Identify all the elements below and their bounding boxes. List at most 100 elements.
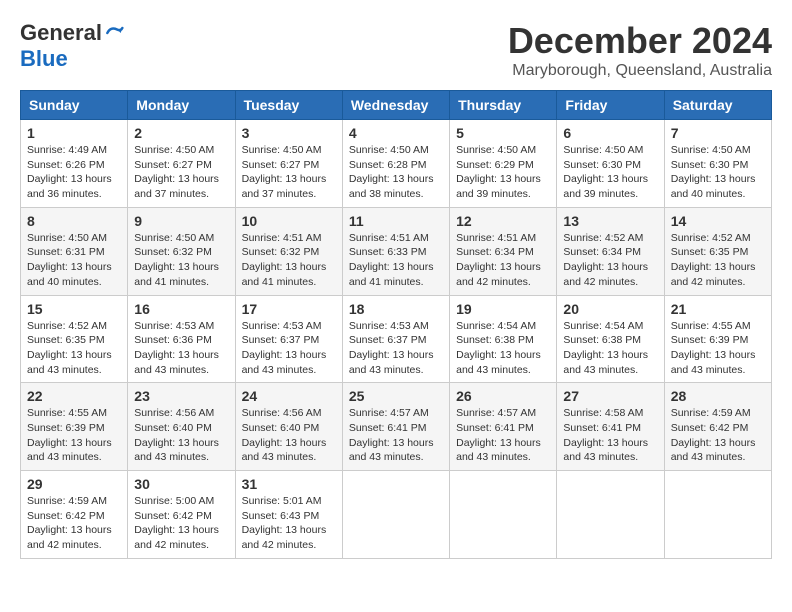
day-number: 10	[242, 213, 336, 229]
day-number: 27	[563, 388, 657, 404]
day-info: Sunrise: 4:58 AM Sunset: 6:41 PM Dayligh…	[563, 406, 657, 465]
month-title: December 2024	[508, 20, 772, 62]
day-number: 16	[134, 301, 228, 317]
calendar-cell: 13 Sunrise: 4:52 AM Sunset: 6:34 PM Dayl…	[557, 207, 664, 295]
day-number: 31	[242, 476, 336, 492]
logo-blue: Blue	[20, 46, 68, 72]
day-info: Sunrise: 4:50 AM Sunset: 6:27 PM Dayligh…	[134, 143, 228, 202]
calendar-cell: 26 Sunrise: 4:57 AM Sunset: 6:41 PM Dayl…	[450, 383, 557, 471]
day-info: Sunrise: 4:53 AM Sunset: 6:36 PM Dayligh…	[134, 319, 228, 378]
calendar-week-row: 1 Sunrise: 4:49 AM Sunset: 6:26 PM Dayli…	[21, 120, 772, 208]
day-number: 1	[27, 125, 121, 141]
calendar-table: SundayMondayTuesdayWednesdayThursdayFrid…	[20, 90, 772, 559]
day-number: 6	[563, 125, 657, 141]
day-number: 25	[349, 388, 443, 404]
calendar-cell	[664, 471, 771, 559]
calendar-header-thursday: Thursday	[450, 91, 557, 120]
calendar-cell: 9 Sunrise: 4:50 AM Sunset: 6:32 PM Dayli…	[128, 207, 235, 295]
calendar-header-saturday: Saturday	[664, 91, 771, 120]
day-info: Sunrise: 4:52 AM Sunset: 6:35 PM Dayligh…	[671, 231, 765, 290]
day-number: 11	[349, 213, 443, 229]
day-number: 18	[349, 301, 443, 317]
calendar-week-row: 8 Sunrise: 4:50 AM Sunset: 6:31 PM Dayli…	[21, 207, 772, 295]
calendar-cell: 23 Sunrise: 4:56 AM Sunset: 6:40 PM Dayl…	[128, 383, 235, 471]
calendar-week-row: 22 Sunrise: 4:55 AM Sunset: 6:39 PM Dayl…	[21, 383, 772, 471]
calendar-cell: 7 Sunrise: 4:50 AM Sunset: 6:30 PM Dayli…	[664, 120, 771, 208]
calendar-header-row: SundayMondayTuesdayWednesdayThursdayFrid…	[21, 91, 772, 120]
day-info: Sunrise: 4:55 AM Sunset: 6:39 PM Dayligh…	[27, 406, 121, 465]
calendar-cell: 11 Sunrise: 4:51 AM Sunset: 6:33 PM Dayl…	[342, 207, 449, 295]
day-number: 19	[456, 301, 550, 317]
day-number: 8	[27, 213, 121, 229]
day-info: Sunrise: 4:55 AM Sunset: 6:39 PM Dayligh…	[671, 319, 765, 378]
day-info: Sunrise: 4:52 AM Sunset: 6:34 PM Dayligh…	[563, 231, 657, 290]
location-title: Maryborough, Queensland, Australia	[508, 62, 772, 80]
day-info: Sunrise: 5:01 AM Sunset: 6:43 PM Dayligh…	[242, 494, 336, 553]
calendar-cell: 6 Sunrise: 4:50 AM Sunset: 6:30 PM Dayli…	[557, 120, 664, 208]
day-number: 2	[134, 125, 228, 141]
calendar-cell: 28 Sunrise: 4:59 AM Sunset: 6:42 PM Dayl…	[664, 383, 771, 471]
calendar-week-row: 15 Sunrise: 4:52 AM Sunset: 6:35 PM Dayl…	[21, 295, 772, 383]
day-info: Sunrise: 4:56 AM Sunset: 6:40 PM Dayligh…	[134, 406, 228, 465]
day-info: Sunrise: 4:50 AM Sunset: 6:27 PM Dayligh…	[242, 143, 336, 202]
day-info: Sunrise: 4:50 AM Sunset: 6:28 PM Dayligh…	[349, 143, 443, 202]
page-header: General Blue December 2024 Maryborough, …	[20, 20, 772, 80]
logo-general: General	[20, 20, 102, 46]
calendar-cell: 12 Sunrise: 4:51 AM Sunset: 6:34 PM Dayl…	[450, 207, 557, 295]
day-number: 28	[671, 388, 765, 404]
day-info: Sunrise: 4:50 AM Sunset: 6:29 PM Dayligh…	[456, 143, 550, 202]
calendar-cell	[450, 471, 557, 559]
calendar-week-row: 29 Sunrise: 4:59 AM Sunset: 6:42 PM Dayl…	[21, 471, 772, 559]
calendar-cell: 21 Sunrise: 4:55 AM Sunset: 6:39 PM Dayl…	[664, 295, 771, 383]
calendar-cell: 15 Sunrise: 4:52 AM Sunset: 6:35 PM Dayl…	[21, 295, 128, 383]
calendar-cell	[557, 471, 664, 559]
calendar-header-monday: Monday	[128, 91, 235, 120]
calendar-cell	[342, 471, 449, 559]
day-number: 30	[134, 476, 228, 492]
logo: General Blue	[20, 20, 124, 72]
calendar-cell: 29 Sunrise: 4:59 AM Sunset: 6:42 PM Dayl…	[21, 471, 128, 559]
day-info: Sunrise: 4:59 AM Sunset: 6:42 PM Dayligh…	[671, 406, 765, 465]
calendar-cell: 5 Sunrise: 4:50 AM Sunset: 6:29 PM Dayli…	[450, 120, 557, 208]
day-number: 23	[134, 388, 228, 404]
day-info: Sunrise: 4:51 AM Sunset: 6:32 PM Dayligh…	[242, 231, 336, 290]
title-block: December 2024 Maryborough, Queensland, A…	[508, 20, 772, 80]
calendar-cell: 1 Sunrise: 4:49 AM Sunset: 6:26 PM Dayli…	[21, 120, 128, 208]
day-info: Sunrise: 5:00 AM Sunset: 6:42 PM Dayligh…	[134, 494, 228, 553]
day-info: Sunrise: 4:51 AM Sunset: 6:34 PM Dayligh…	[456, 231, 550, 290]
day-number: 12	[456, 213, 550, 229]
day-number: 29	[27, 476, 121, 492]
day-info: Sunrise: 4:59 AM Sunset: 6:42 PM Dayligh…	[27, 494, 121, 553]
calendar-cell: 17 Sunrise: 4:53 AM Sunset: 6:37 PM Dayl…	[235, 295, 342, 383]
calendar-cell: 24 Sunrise: 4:56 AM Sunset: 6:40 PM Dayl…	[235, 383, 342, 471]
day-info: Sunrise: 4:56 AM Sunset: 6:40 PM Dayligh…	[242, 406, 336, 465]
day-info: Sunrise: 4:49 AM Sunset: 6:26 PM Dayligh…	[27, 143, 121, 202]
calendar-cell: 27 Sunrise: 4:58 AM Sunset: 6:41 PM Dayl…	[557, 383, 664, 471]
day-info: Sunrise: 4:50 AM Sunset: 6:30 PM Dayligh…	[671, 143, 765, 202]
logo-icon	[104, 23, 124, 43]
day-number: 5	[456, 125, 550, 141]
day-number: 17	[242, 301, 336, 317]
day-number: 22	[27, 388, 121, 404]
calendar-cell: 20 Sunrise: 4:54 AM Sunset: 6:38 PM Dayl…	[557, 295, 664, 383]
calendar-cell: 18 Sunrise: 4:53 AM Sunset: 6:37 PM Dayl…	[342, 295, 449, 383]
day-number: 13	[563, 213, 657, 229]
calendar-cell: 25 Sunrise: 4:57 AM Sunset: 6:41 PM Dayl…	[342, 383, 449, 471]
day-info: Sunrise: 4:53 AM Sunset: 6:37 PM Dayligh…	[242, 319, 336, 378]
calendar-cell: 16 Sunrise: 4:53 AM Sunset: 6:36 PM Dayl…	[128, 295, 235, 383]
day-info: Sunrise: 4:53 AM Sunset: 6:37 PM Dayligh…	[349, 319, 443, 378]
day-number: 4	[349, 125, 443, 141]
calendar-cell: 4 Sunrise: 4:50 AM Sunset: 6:28 PM Dayli…	[342, 120, 449, 208]
day-info: Sunrise: 4:54 AM Sunset: 6:38 PM Dayligh…	[563, 319, 657, 378]
calendar-cell: 31 Sunrise: 5:01 AM Sunset: 6:43 PM Dayl…	[235, 471, 342, 559]
calendar-cell: 30 Sunrise: 5:00 AM Sunset: 6:42 PM Dayl…	[128, 471, 235, 559]
calendar-cell: 3 Sunrise: 4:50 AM Sunset: 6:27 PM Dayli…	[235, 120, 342, 208]
day-number: 15	[27, 301, 121, 317]
day-number: 9	[134, 213, 228, 229]
day-number: 14	[671, 213, 765, 229]
day-info: Sunrise: 4:50 AM Sunset: 6:31 PM Dayligh…	[27, 231, 121, 290]
calendar-cell: 22 Sunrise: 4:55 AM Sunset: 6:39 PM Dayl…	[21, 383, 128, 471]
calendar-header-sunday: Sunday	[21, 91, 128, 120]
calendar-cell: 8 Sunrise: 4:50 AM Sunset: 6:31 PM Dayli…	[21, 207, 128, 295]
day-info: Sunrise: 4:50 AM Sunset: 6:30 PM Dayligh…	[563, 143, 657, 202]
